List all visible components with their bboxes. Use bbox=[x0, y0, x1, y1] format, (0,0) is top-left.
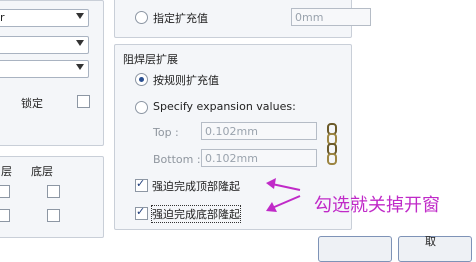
bottom-layer-checkbox-row2[interactable] bbox=[47, 209, 60, 222]
layer-combo-2[interactable] bbox=[0, 36, 89, 54]
column-top-header: 层 bbox=[1, 165, 12, 178]
top-value-label: Top : bbox=[153, 126, 179, 139]
cancel-button[interactable]: 取 bbox=[398, 235, 472, 262]
top-layer-checkbox-row2[interactable] bbox=[0, 209, 10, 222]
specify-values-label: Specify expansion values: bbox=[153, 100, 296, 113]
chevron-down-icon bbox=[76, 13, 84, 19]
specify-values-radio[interactable] bbox=[135, 101, 148, 114]
cancel-button-label: 取 bbox=[425, 235, 436, 248]
chevron-down-icon bbox=[76, 40, 84, 46]
by-rule-radio[interactable] bbox=[135, 73, 148, 86]
by-rule-label: 按规则扩充值 bbox=[153, 74, 219, 87]
layer-combo-1[interactable]: r bbox=[0, 9, 89, 27]
lock-label: 锁定 bbox=[21, 97, 43, 110]
bottom-expansion-input[interactable]: 0.102mm bbox=[201, 149, 317, 167]
paste-expansion-input[interactable]: 0mm bbox=[291, 8, 371, 26]
lock-checkbox[interactable] bbox=[77, 95, 90, 108]
group-title: 阻焊层扩展 bbox=[123, 53, 178, 66]
left-properties-panel: r 锁定 bbox=[0, 0, 104, 146]
bottom-layer-checkbox-row1[interactable] bbox=[47, 185, 60, 198]
layer-combo-1-value: r bbox=[0, 11, 5, 24]
specify-expansion-label: 指定扩充值 bbox=[153, 12, 208, 25]
force-top-tent-checkbox[interactable] bbox=[135, 177, 148, 192]
specify-expansion-radio[interactable] bbox=[135, 11, 148, 24]
top-layer-checkbox-row1[interactable] bbox=[0, 185, 10, 198]
annotation-text: 勾选就关掉开窗 bbox=[314, 195, 440, 216]
force-bottom-tent-checkbox[interactable] bbox=[135, 205, 148, 220]
column-bottom-header: 底层 bbox=[31, 165, 53, 178]
layer-combo-3[interactable] bbox=[0, 60, 89, 78]
ok-button[interactable] bbox=[318, 236, 392, 262]
chevron-down-icon bbox=[76, 64, 84, 70]
link-chain-icon[interactable] bbox=[327, 123, 337, 167]
layer-table-panel: 层 底层 bbox=[0, 156, 104, 238]
force-bottom-tent-label: 强迫完成底部隆起 bbox=[151, 205, 241, 223]
force-top-tent-label: 强迫完成顶部隆起 bbox=[152, 180, 240, 193]
paste-mask-group: 指定扩充值 0mm bbox=[114, 0, 371, 38]
top-expansion-input[interactable]: 0.102mm bbox=[201, 122, 317, 140]
annotation-arrows bbox=[266, 178, 301, 212]
bottom-value-label: Bottom : bbox=[153, 153, 201, 166]
